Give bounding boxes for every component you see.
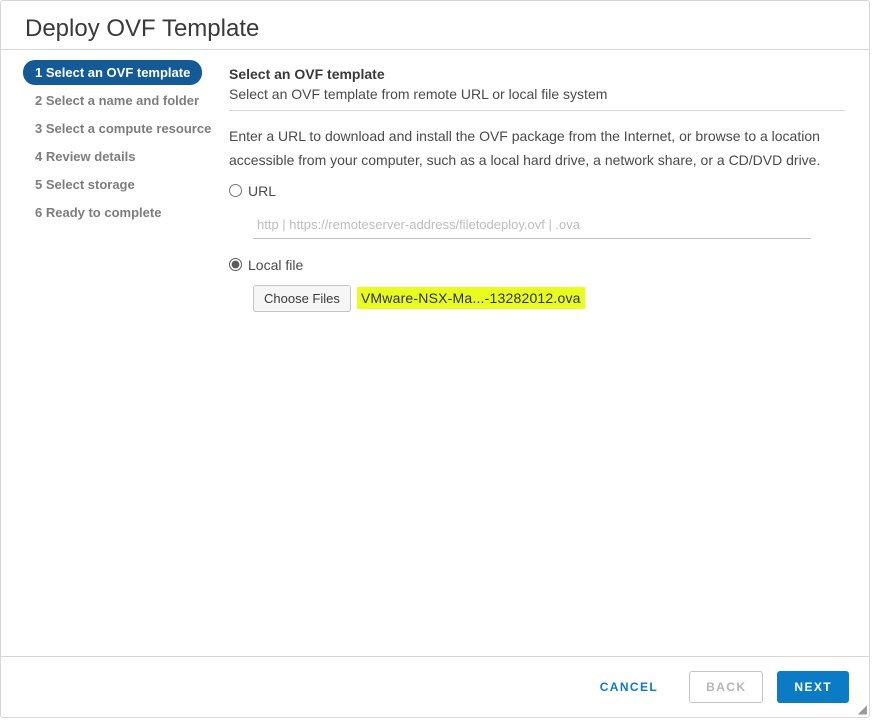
content-subheading: Select an OVF template from remote URL o… [229,86,845,102]
radio-local-file-label: Local file [248,257,303,273]
content-heading: Select an OVF template [229,66,845,82]
step-content: Select an OVF template Select an OVF tem… [227,50,869,312]
chosen-file-name: VMware-NSX-Ma...-13282012.ova [357,287,585,309]
radio-local-file-row[interactable]: Local file [229,257,845,273]
dialog-body: 1 Select an OVF template 2 Select a name… [1,50,869,312]
step-3-select-compute-resource: 3 Select a compute resource [23,116,223,141]
step-4-review-details: 4 Review details [23,144,147,169]
file-chooser-row: Choose Files VMware-NSX-Ma...-13282012.o… [253,285,845,312]
radio-url[interactable] [229,184,242,197]
content-instructions: Enter a URL to download and install the … [229,125,845,173]
radio-url-label: URL [248,183,276,199]
step-2-select-name-folder: 2 Select a name and folder [23,88,211,113]
dialog-title: Deploy OVF Template [1,1,869,50]
next-button[interactable]: NEXT [777,671,849,703]
cancel-button[interactable]: CANCEL [583,671,675,703]
step-5-select-storage: 5 Select storage [23,172,147,197]
divider [229,110,845,111]
radio-local-file[interactable] [229,258,242,271]
radio-url-row[interactable]: URL [229,183,845,199]
step-1-select-ovf-template[interactable]: 1 Select an OVF template [23,60,202,85]
deploy-ovf-dialog: Deploy OVF Template 1 Select an OVF temp… [0,0,870,718]
wizard-steps-sidebar: 1 Select an OVF template 2 Select a name… [1,50,227,312]
choose-files-button[interactable]: Choose Files [253,285,351,312]
step-6-ready-to-complete: 6 Ready to complete [23,200,173,225]
url-input[interactable] [253,211,811,239]
back-button: BACK [689,671,763,703]
dialog-footer: CANCEL BACK NEXT [1,656,869,717]
